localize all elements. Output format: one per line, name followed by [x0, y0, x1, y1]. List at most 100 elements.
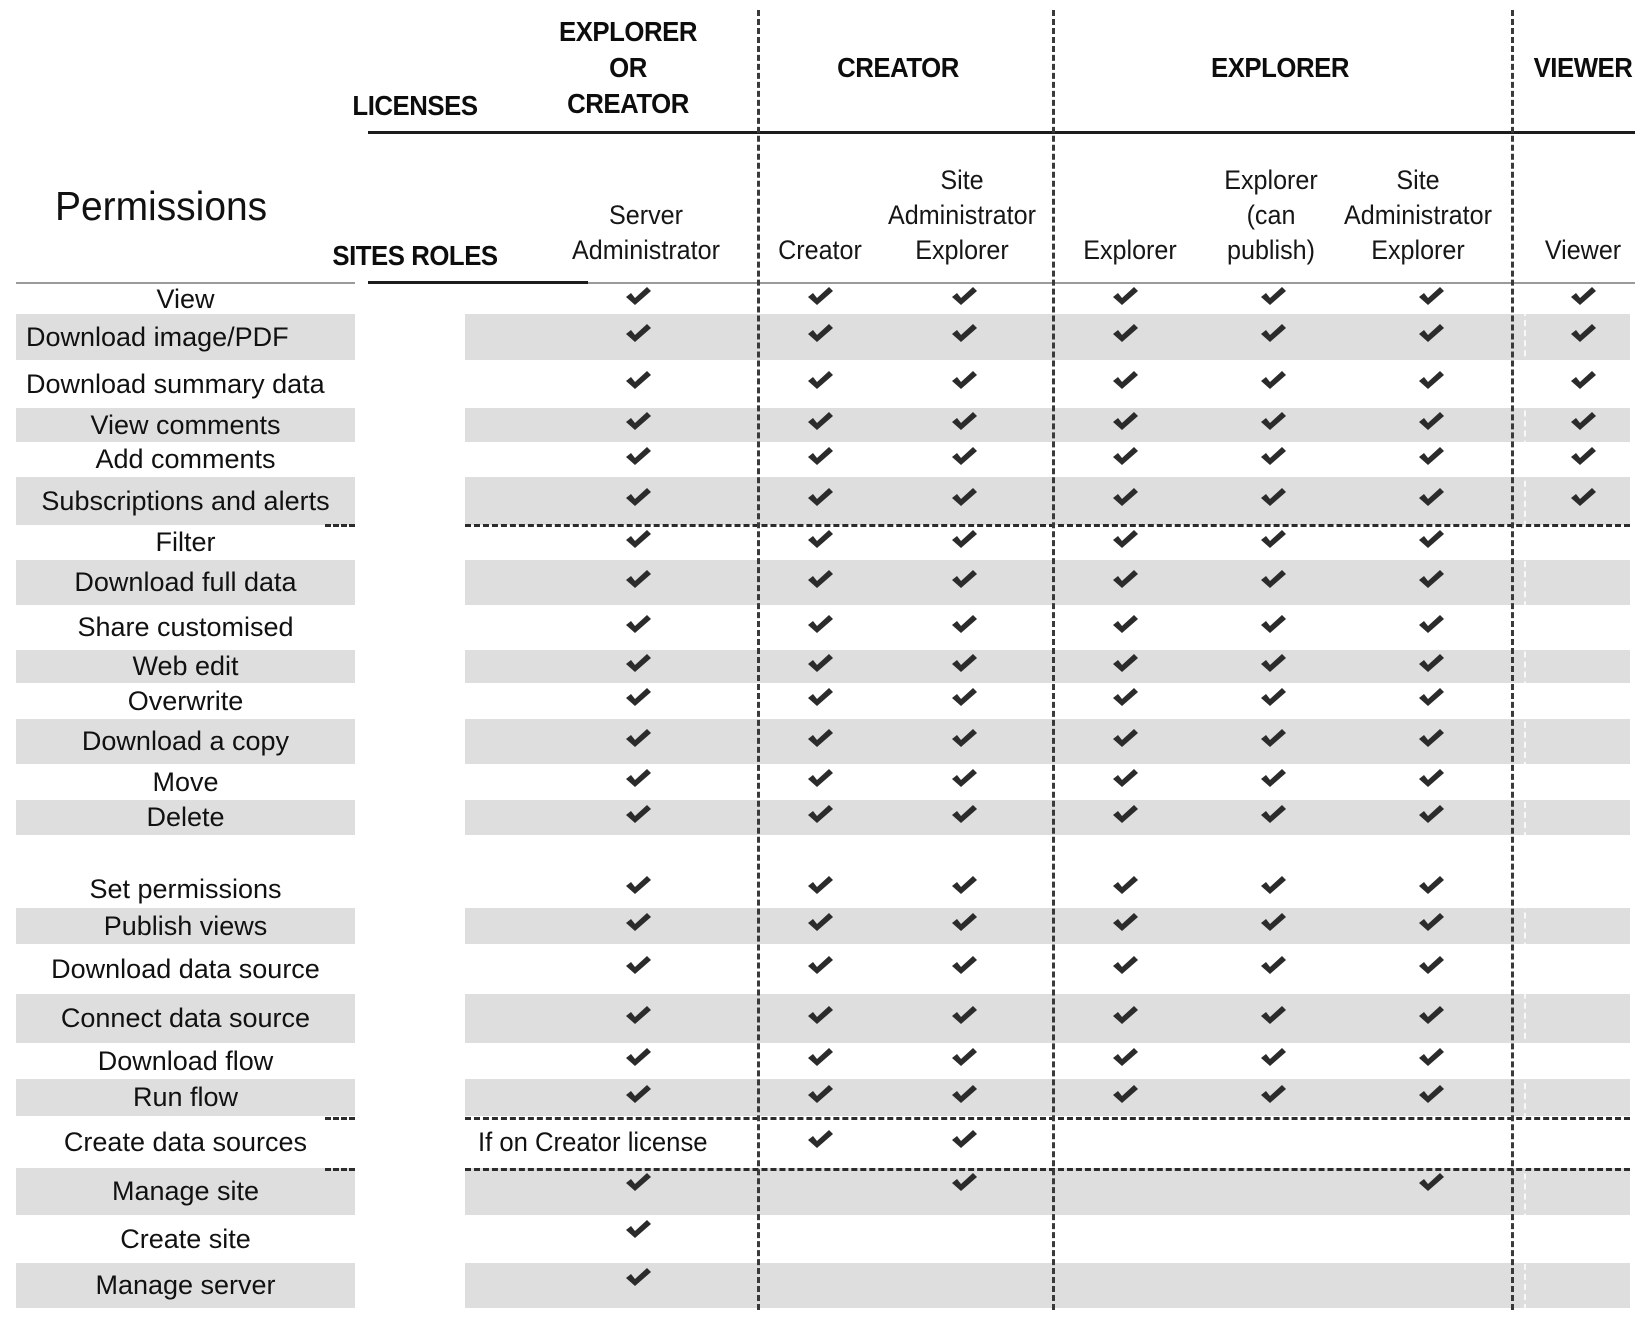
check-icon — [1110, 1003, 1140, 1027]
check-icon — [623, 1217, 653, 1241]
check-icon — [1258, 368, 1288, 392]
check-icon — [1258, 651, 1288, 675]
check-icon — [1110, 409, 1140, 433]
permission-label: Subscriptions and alerts — [16, 477, 355, 525]
table-row: View comments — [0, 408, 1650, 442]
table-row: Delete — [0, 800, 1650, 835]
check-icon — [1258, 567, 1288, 591]
check-icon — [1110, 726, 1140, 750]
check-icon — [949, 612, 979, 636]
check-icon — [623, 873, 653, 897]
license-header: CREATOR — [806, 50, 990, 86]
check-icon — [1416, 284, 1446, 308]
license-note: If on Creator license — [478, 1126, 708, 1157]
check-icon — [1110, 685, 1140, 709]
check-icon — [1568, 321, 1598, 345]
check-icon — [949, 953, 979, 977]
license-header: VIEWER — [1491, 50, 1650, 86]
check-icon — [805, 1082, 835, 1106]
check-icon — [1110, 1082, 1140, 1106]
check-icon — [949, 444, 979, 468]
permission-label: Overwrite — [127, 685, 244, 716]
permission-label: Filter — [155, 527, 216, 557]
check-icon — [949, 368, 979, 392]
license-divider-explorer — [1052, 10, 1055, 1310]
license-header-line: EXPLORER — [1210, 52, 1350, 83]
check-icon — [949, 1003, 979, 1027]
check-icon — [1110, 953, 1140, 977]
check-icon — [623, 284, 653, 308]
license-divider-viewer — [1511, 10, 1514, 1310]
license-header: EXPLORER — [1188, 50, 1372, 86]
role-header: Site Administrator Explorer — [874, 150, 1051, 268]
check-icon — [1568, 409, 1598, 433]
role-header-line: Administrator — [888, 200, 1036, 230]
check-icon — [949, 1127, 979, 1151]
check-icon — [1258, 766, 1288, 790]
check-icon — [949, 873, 979, 897]
check-icon — [1258, 1082, 1288, 1106]
check-icon — [949, 685, 979, 709]
check-icon — [1568, 368, 1598, 392]
check-icon — [623, 444, 653, 468]
table-row: Manage site — [0, 1168, 1650, 1215]
check-icon — [1568, 284, 1598, 308]
check-icon — [805, 485, 835, 509]
check-icon — [1416, 1082, 1446, 1106]
check-icon — [623, 409, 653, 433]
check-icon — [949, 766, 979, 790]
permission-label: Create data sources — [63, 1127, 308, 1157]
group-separator — [325, 1168, 355, 1171]
permission-label: Manage site — [16, 1168, 355, 1215]
check-icon — [805, 567, 835, 591]
group-separator — [465, 1168, 1630, 1171]
group-separator — [465, 524, 1630, 527]
check-icon — [949, 726, 979, 750]
sites-roles-label: SITES ROLES — [332, 240, 498, 271]
check-icon — [623, 651, 653, 675]
table-row: Download a copy — [0, 719, 1650, 764]
check-icon — [1110, 527, 1140, 551]
check-icon — [1110, 910, 1140, 934]
check-icon — [1110, 802, 1140, 826]
check-icon — [805, 685, 835, 709]
permission-label: Run flow — [16, 1079, 355, 1116]
check-icon — [1258, 802, 1288, 826]
check-icon — [623, 685, 653, 709]
role-header: Viewer — [1495, 150, 1650, 268]
check-icon — [1110, 766, 1140, 790]
check-icon — [623, 1082, 653, 1106]
check-icon — [1110, 444, 1140, 468]
check-icon — [1568, 444, 1598, 468]
check-icon — [623, 527, 653, 551]
check-icon — [1258, 527, 1288, 551]
check-icon — [623, 485, 653, 509]
check-icon — [805, 873, 835, 897]
check-icon — [949, 651, 979, 675]
check-icon — [623, 567, 653, 591]
table-row: Download full data — [0, 560, 1650, 605]
check-icon — [623, 321, 653, 345]
role-header-line: Site — [1396, 165, 1440, 195]
table-row: Move — [0, 764, 1650, 800]
check-icon — [1110, 612, 1140, 636]
check-icon — [1258, 873, 1288, 897]
role-header-line: Server — [609, 200, 683, 230]
check-icon — [805, 953, 835, 977]
check-icon — [1416, 485, 1446, 509]
role-header-line: Viewer — [1544, 235, 1622, 265]
check-icon — [1110, 873, 1140, 897]
check-icon — [1110, 567, 1140, 591]
check-icon — [805, 409, 835, 433]
check-icon — [1258, 444, 1288, 468]
check-icon — [1110, 651, 1140, 675]
license-header-line: EXPLORER — [558, 16, 698, 47]
check-icon — [1258, 612, 1288, 636]
check-icon — [1110, 1045, 1140, 1069]
check-icon — [1416, 409, 1446, 433]
check-icon — [1416, 368, 1446, 392]
check-icon — [805, 802, 835, 826]
check-icon — [949, 1045, 979, 1069]
role-header-line: Site — [940, 165, 984, 195]
check-icon — [1416, 910, 1446, 934]
